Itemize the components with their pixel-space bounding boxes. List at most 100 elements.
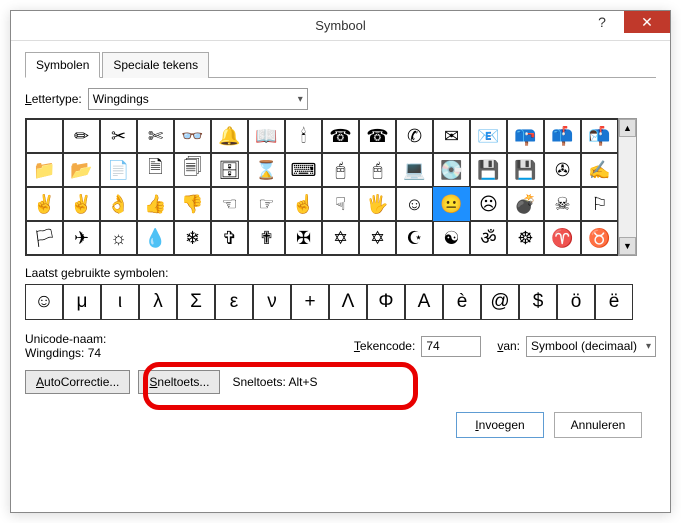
symbol-cell[interactable]: 👍: [137, 187, 174, 221]
symbol-cell[interactable]: 📫: [544, 119, 581, 153]
symbol-cell[interactable]: 🖰: [322, 153, 359, 187]
symbol-cell[interactable]: ✡: [359, 221, 396, 255]
symbol-cell[interactable]: 👎: [174, 187, 211, 221]
grid-scrollbar[interactable]: ▲ ▼: [618, 118, 637, 256]
symbol-cell[interactable]: 👌: [100, 187, 137, 221]
symbol-cell[interactable]: ☯: [433, 221, 470, 255]
recent-symbol-cell[interactable]: ö: [557, 284, 595, 320]
symbol-cell[interactable]: 📖: [248, 119, 285, 153]
symbol-cell[interactable]: ☸: [507, 221, 544, 255]
recent-symbol-cell[interactable]: Σ: [177, 284, 215, 320]
symbol-cell[interactable]: ⌛: [248, 153, 285, 187]
recent-symbol-cell[interactable]: ν: [253, 284, 291, 320]
recent-symbol-cell[interactable]: ι: [101, 284, 139, 320]
symbol-cell[interactable]: ☎: [359, 119, 396, 153]
recent-symbol-cell[interactable]: Α: [405, 284, 443, 320]
symbol-cell[interactable]: ☹: [470, 187, 507, 221]
autocorrect-button[interactable]: AutoCorrectie...: [25, 370, 130, 394]
symbol-cell[interactable]: 👓: [174, 119, 211, 153]
symbol-cell[interactable]: ✏: [63, 119, 100, 153]
symbol-cell[interactable]: 🖐: [359, 187, 396, 221]
symbol-cell[interactable]: 🕯: [285, 119, 322, 153]
symbol-cell[interactable]: ☟: [322, 187, 359, 221]
recent-symbol-cell[interactable]: ε: [215, 284, 253, 320]
scroll-up-icon[interactable]: ▲: [619, 119, 636, 137]
help-button[interactable]: ?: [580, 11, 624, 33]
recent-symbol-cell[interactable]: μ: [63, 284, 101, 320]
scroll-down-icon[interactable]: ▼: [619, 237, 636, 255]
symbol-cell[interactable]: ✉: [433, 119, 470, 153]
symbol-cell[interactable]: 🏳: [26, 221, 63, 255]
symbol-cell[interactable]: 💣: [507, 187, 544, 221]
symbol-cell[interactable]: ✍: [581, 153, 618, 187]
symbol-cell[interactable]: ☞: [248, 187, 285, 221]
symbol-cell[interactable]: ✡: [322, 221, 359, 255]
symbol-cell[interactable]: ✈: [63, 221, 100, 255]
symbol-cell[interactable]: ☼: [100, 221, 137, 255]
symbol-cell[interactable]: ☎: [322, 119, 359, 153]
symbol-cell[interactable]: 📁: [26, 153, 63, 187]
tab-special-chars[interactable]: Speciale tekens: [102, 52, 209, 78]
symbol-cell[interactable]: ॐ: [470, 221, 507, 255]
symbol-cell[interactable]: 📄: [100, 153, 137, 187]
symbol-cell[interactable]: 🗐: [174, 153, 211, 187]
recent-symbol-cell[interactable]: +: [291, 284, 329, 320]
tab-symbols[interactable]: Symbolen: [25, 52, 100, 78]
symbol-cell[interactable]: 🗎: [137, 153, 174, 187]
font-row: Lettertype: Wingdings ▾: [25, 88, 656, 110]
symbol-cell[interactable]: 📬: [581, 119, 618, 153]
symbol-cell[interactable]: ⌨: [285, 153, 322, 187]
symbol-cell[interactable]: ✌: [63, 187, 100, 221]
symbol-cell[interactable]: ✌: [26, 187, 63, 221]
symbol-cell[interactable]: ☠: [544, 187, 581, 221]
close-button[interactable]: ✕: [624, 11, 670, 33]
symbol-cell[interactable]: ☝: [285, 187, 322, 221]
symbol-cell[interactable]: 📧: [470, 119, 507, 153]
symbol-cell[interactable]: 💾: [507, 153, 544, 187]
recent-symbol-cell[interactable]: ë: [595, 284, 633, 320]
symbol-cell[interactable]: 🖰: [359, 153, 396, 187]
symbol-cell[interactable]: ✠: [285, 221, 322, 255]
symbol-cell[interactable]: 💽: [433, 153, 470, 187]
symbol-cell[interactable]: 💾: [470, 153, 507, 187]
symbol-cell[interactable]: 🔔: [211, 119, 248, 153]
symbol-cell[interactable]: ♉: [581, 221, 618, 255]
scroll-track[interactable]: [619, 137, 636, 237]
char-code-input[interactable]: [421, 336, 481, 357]
symbol-cell[interactable]: ♈: [544, 221, 581, 255]
recent-symbol-cell[interactable]: Φ: [367, 284, 405, 320]
symbol-cell[interactable]: ✟: [248, 221, 285, 255]
font-select[interactable]: Wingdings ▾: [88, 88, 308, 110]
symbol-cell[interactable]: [26, 119, 63, 153]
chevron-down-icon: ▾: [298, 94, 303, 105]
from-select[interactable]: Symbool (decimaal) ▾: [526, 336, 656, 357]
symbol-cell[interactable]: ✇: [544, 153, 581, 187]
recent-symbol-cell[interactable]: λ: [139, 284, 177, 320]
symbol-cell[interactable]: 💧: [137, 221, 174, 255]
cancel-button[interactable]: Annuleren: [554, 412, 642, 438]
symbol-cell[interactable]: ❄: [174, 221, 211, 255]
insert-button[interactable]: Invoegen: [456, 412, 544, 438]
symbol-cell[interactable]: ✄: [137, 119, 174, 153]
symbol-cell[interactable]: 😐: [433, 187, 470, 221]
recent-symbol-cell[interactable]: è: [443, 284, 481, 320]
shortcut-key-button[interactable]: Sneltoets...: [138, 370, 220, 394]
symbol-grid: ✏✂✄👓🔔📖🕯☎☎✆✉📧📪📫📬📁📂📄🗎🗐🗄⌛⌨🖰🖰💻💽💾💾✇✍✌✌👌👍👎☜☞☝☟…: [25, 118, 619, 256]
recent-symbol-cell[interactable]: $: [519, 284, 557, 320]
symbol-cell[interactable]: ✆: [396, 119, 433, 153]
symbol-cell[interactable]: 📪: [507, 119, 544, 153]
recent-symbol-cell[interactable]: @: [481, 284, 519, 320]
symbol-cell[interactable]: ☺: [396, 187, 433, 221]
symbol-cell[interactable]: ☪: [396, 221, 433, 255]
symbol-cell[interactable]: ✂: [100, 119, 137, 153]
recent-symbol-cell[interactable]: Λ: [329, 284, 367, 320]
font-select-value: Wingdings: [93, 92, 149, 106]
symbol-cell[interactable]: 🗄: [211, 153, 248, 187]
symbol-cell[interactable]: ☜: [211, 187, 248, 221]
recent-symbol-cell[interactable]: ☺: [25, 284, 63, 320]
symbol-cell[interactable]: ⚐: [581, 187, 618, 221]
symbol-cell[interactable]: 📂: [63, 153, 100, 187]
symbol-cell[interactable]: 💻: [396, 153, 433, 187]
tab-strip: Symbolen Speciale tekens: [25, 51, 656, 78]
symbol-cell[interactable]: ✞: [211, 221, 248, 255]
